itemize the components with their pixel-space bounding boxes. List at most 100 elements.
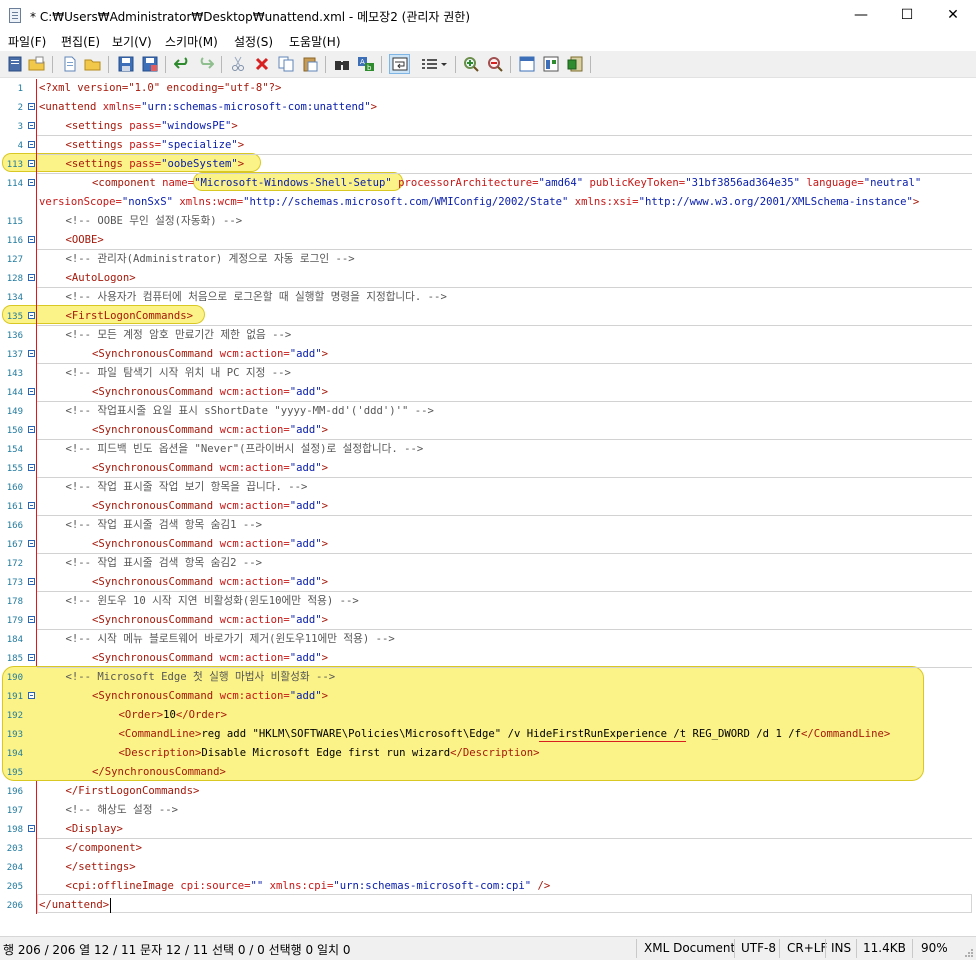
- code-line[interactable]: 184 <!-- 시작 메뉴 블로트웨어 바로가기 제거(윈도우11에만 적용) …: [0, 630, 976, 649]
- view-schemes-icon[interactable]: [518, 55, 536, 73]
- fold-toggle-icon[interactable]: [28, 654, 35, 661]
- code-line[interactable]: 185 <SynchronousCommand wcm:action="add">: [0, 649, 976, 668]
- fold-toggle-icon[interactable]: [28, 236, 35, 243]
- code-line[interactable]: 155 <SynchronousCommand wcm:action="add">: [0, 459, 976, 478]
- code-line[interactable]: versionScope="nonSxS" xmlns:wcm="http://…: [0, 193, 976, 212]
- fold-toggle-icon[interactable]: [28, 274, 35, 281]
- undo-icon[interactable]: [173, 55, 191, 73]
- fold-toggle-icon[interactable]: [28, 141, 35, 148]
- notepad2-app-icon[interactable]: [9, 8, 21, 23]
- cut-icon[interactable]: [229, 55, 247, 73]
- code-line[interactable]: 173 <SynchronousCommand wcm:action="add">: [0, 573, 976, 592]
- code-line[interactable]: 193 <CommandLine>reg add "HKLM\SOFTWARE\P…: [0, 725, 976, 744]
- fold-toggle-icon[interactable]: [28, 312, 35, 319]
- replace-icon[interactable]: Ab: [357, 55, 375, 73]
- resize-grip-icon[interactable]: [964, 948, 974, 958]
- code-line[interactable]: 114 <component name="Microsoft-Windows-Sh…: [0, 174, 976, 193]
- code-line[interactable]: 154 <!-- 피드백 빈도 옵션을 "Never"(프라이버시 설정)로 설정…: [0, 440, 976, 459]
- maximize-button[interactable]: ☐: [884, 0, 930, 30]
- fold-toggle-icon[interactable]: [28, 388, 35, 395]
- code-line[interactable]: 2 <unattend xmlns="urn:schemas-microsoft-…: [0, 98, 976, 117]
- menu-edit[interactable]: 편집(E): [61, 33, 100, 50]
- code-line[interactable]: 150 <SynchronousCommand wcm:action="add">: [0, 421, 976, 440]
- fold-toggle-icon[interactable]: [28, 540, 35, 547]
- code-editor[interactable]: 1 <?xml version="1.0" encoding="utf-8"?> 2…: [0, 79, 976, 935]
- word-wrap-icon[interactable]: [389, 54, 410, 74]
- delete-icon[interactable]: [253, 55, 271, 73]
- code-line[interactable]: 198 <Display>: [0, 820, 976, 839]
- zoom-out-icon[interactable]: [486, 55, 504, 73]
- code-line[interactable]: 206 </unattend>: [0, 896, 976, 915]
- code-line[interactable]: 1 <?xml version="1.0" encoding="utf-8"?>: [0, 79, 976, 98]
- status-zoom[interactable]: 90%: [921, 941, 948, 955]
- code-line[interactable]: 115 <!-- OOBE 무인 설정(자동화) -->: [0, 212, 976, 231]
- status-encoding[interactable]: UTF-8: [741, 941, 776, 955]
- code-line[interactable]: 136 <!-- 모든 계정 암호 만료기간 제한 없음 -->: [0, 326, 976, 345]
- export-icon[interactable]: [566, 55, 584, 73]
- code-line[interactable]: 178 <!-- 윈도우 10 시작 지연 비활성화(윈도10에만 적용) -->: [0, 592, 976, 611]
- fold-toggle-icon[interactable]: [28, 464, 35, 471]
- menu-scheme[interactable]: 스키마(M): [165, 33, 218, 50]
- new-document-icon[interactable]: [61, 55, 79, 73]
- code-line[interactable]: 161 <SynchronousCommand wcm:action="add">: [0, 497, 976, 516]
- fold-toggle-icon[interactable]: [28, 122, 35, 129]
- save-icon[interactable]: [117, 55, 135, 73]
- new-icon[interactable]: [6, 55, 24, 73]
- code-line[interactable]: 160 <!-- 작업 표시줄 작업 보기 항목을 끕니다. -->: [0, 478, 976, 497]
- save-as-icon[interactable]: [141, 55, 159, 73]
- menu-file[interactable]: 파일(F): [8, 33, 46, 50]
- fold-toggle-icon[interactable]: [28, 103, 35, 110]
- fold-toggle-icon[interactable]: [28, 179, 35, 186]
- paste-icon[interactable]: [301, 55, 319, 73]
- code-line[interactable]: 204 </settings>: [0, 858, 976, 877]
- redo-icon[interactable]: [197, 55, 215, 73]
- code-line[interactable]: 4 <settings pass="specialize">: [0, 136, 976, 155]
- fold-toggle-icon[interactable]: [28, 616, 35, 623]
- status-eol[interactable]: CR+LF: [787, 941, 827, 955]
- fold-toggle-icon[interactable]: [28, 692, 35, 699]
- code-line[interactable]: 197 <!-- 해상도 설정 -->: [0, 801, 976, 820]
- code-line[interactable]: 143 <!-- 파일 탐색기 시작 위치 내 PC 지정 -->: [0, 364, 976, 383]
- code-line[interactable]: 134 <!-- 사용자가 컴퓨터에 처음으로 로그온할 때 실행할 명령을 지정…: [0, 288, 976, 307]
- code-line[interactable]: 3 <settings pass="windowsPE">: [0, 117, 976, 136]
- minimize-button[interactable]: —: [838, 0, 884, 30]
- fold-toggle-icon[interactable]: [28, 825, 35, 832]
- code-line[interactable]: 195 </SynchronousCommand>: [0, 763, 976, 782]
- find-icon[interactable]: [333, 55, 351, 73]
- open-file-icon[interactable]: [84, 55, 102, 73]
- close-button[interactable]: ✕: [930, 0, 976, 30]
- fold-toggle-icon[interactable]: [28, 578, 35, 585]
- status-mode[interactable]: XML Document: [644, 941, 735, 955]
- copy-icon[interactable]: [277, 55, 295, 73]
- code-line[interactable]: 190 <!-- Microsoft Edge 첫 실행 마법사 비활성화 -->: [0, 668, 976, 687]
- code-line[interactable]: 196 </FirstLogonCommands>: [0, 782, 976, 801]
- fold-toggle-icon[interactable]: [28, 350, 35, 357]
- open-folder-icon[interactable]: [28, 55, 46, 73]
- menu-settings[interactable]: 설정(S): [234, 33, 273, 50]
- fold-toggle-icon[interactable]: [28, 160, 35, 167]
- fold-toggle-icon[interactable]: [28, 426, 35, 433]
- code-line[interactable]: 149 <!-- 작업표시줄 요일 표시 sShortDate "yyyy-MM-…: [0, 402, 976, 421]
- code-line[interactable]: 194 <Description>Disable Microsoft Edge f…: [0, 744, 976, 763]
- code-line[interactable]: 113 <settings pass="oobeSystem">: [0, 155, 976, 174]
- code-line[interactable]: 179 <SynchronousCommand wcm:action="add">: [0, 611, 976, 630]
- menu-help[interactable]: 도움말(H): [289, 33, 341, 50]
- zoom-in-icon[interactable]: [462, 55, 480, 73]
- code-line[interactable]: 135 <FirstLogonCommands>: [0, 307, 976, 326]
- customize-schemes-icon[interactable]: [542, 55, 560, 73]
- code-line[interactable]: 166 <!-- 작업 표시줄 검색 항목 숨김1 -->: [0, 516, 976, 535]
- fold-toggle-icon[interactable]: [28, 502, 35, 509]
- code-line[interactable]: 167 <SynchronousCommand wcm:action="add">: [0, 535, 976, 554]
- code-line[interactable]: 144 <SynchronousCommand wcm:action="add">: [0, 383, 976, 402]
- line-numbers-dropdown-icon[interactable]: [420, 55, 450, 73]
- menu-view[interactable]: 보기(V): [112, 33, 152, 50]
- code-line[interactable]: 137 <SynchronousCommand wcm:action="add">: [0, 345, 976, 364]
- code-line[interactable]: 116 <OOBE>: [0, 231, 976, 250]
- code-line[interactable]: 128 <AutoLogon>: [0, 269, 976, 288]
- code-line[interactable]: 191 <SynchronousCommand wcm:action="add">: [0, 687, 976, 706]
- code-line[interactable]: 192 <Order>10</Order>: [0, 706, 976, 725]
- code-line[interactable]: 203 </component>: [0, 839, 976, 858]
- code-line[interactable]: 127 <!-- 관리자(Administrator) 계정으로 자동 로그인 -…: [0, 250, 976, 269]
- code-line[interactable]: 172 <!-- 작업 표시줄 검색 항목 숨김2 -->: [0, 554, 976, 573]
- code-line[interactable]: 205 <cpi:offlineImage cpi:source="" xmlns…: [0, 877, 976, 896]
